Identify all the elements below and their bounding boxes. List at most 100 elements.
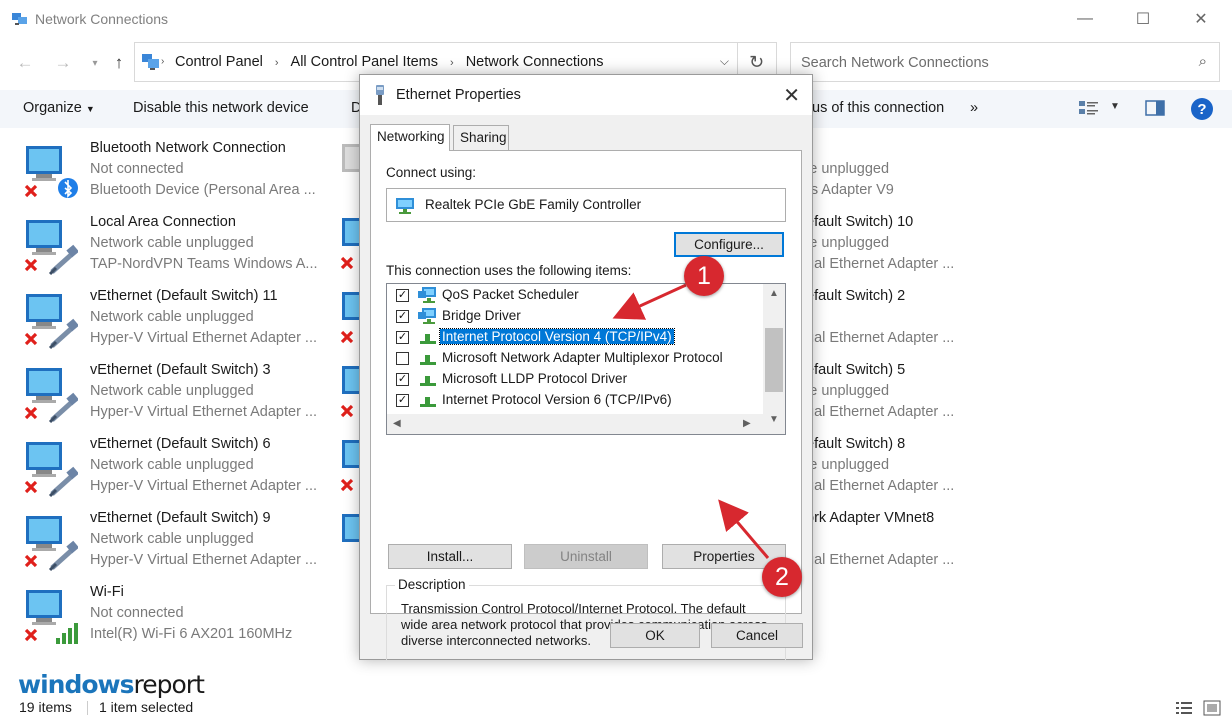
tab-sharing[interactable]: Sharing: [453, 125, 509, 151]
recent-locations-icon[interactable]: ▾: [84, 52, 106, 74]
connection-name: Wi-Fi: [90, 584, 124, 600]
connection-item[interactable]: vEthernet (Default Switch) 3 Network cabl…: [0, 360, 330, 430]
connection-device: ual Ethernet Adapter ...: [806, 478, 955, 494]
component-label: Internet Protocol Version 6 (TCP/IPv6): [442, 392, 672, 407]
component-checkbox[interactable]: ✓: [396, 310, 409, 323]
component-row[interactable]: Microsoft Network Adapter Multiplexor Pr…: [387, 348, 762, 369]
connection-item[interactable]: efault Switch) 5 le unplugged ual Ethernet…: [806, 360, 1136, 430]
breadcrumb-control-panel[interactable]: Control Panel: [175, 54, 263, 70]
minimize-button[interactable]: —: [1056, 0, 1114, 38]
connection-item[interactable]: efault Switch) 8 le unplugged ual Ethernet…: [806, 434, 1136, 504]
connection-name: efault Switch) 8: [806, 436, 906, 452]
connection-device: rs Adapter V9: [806, 182, 894, 198]
connection-device: Hyper-V Virtual Ethernet Adapter ...: [90, 404, 318, 420]
connection-item[interactable]: ork Adapter VMnet8 ual Ethernet Adapter .…: [806, 508, 1136, 578]
breadcrumb-chevron-icon: ›: [450, 57, 454, 69]
scroll-down-icon[interactable]: ▼: [769, 414, 779, 425]
forward-button[interactable]: →: [52, 52, 74, 74]
close-window-button[interactable]: ✕: [1172, 0, 1230, 38]
network-adapter-icon: [24, 590, 78, 644]
view-dropdown-icon[interactable]: ▼: [1110, 101, 1120, 112]
network-adapter-icon: [24, 442, 78, 498]
connection-name: ork Adapter VMnet8: [806, 510, 935, 526]
connection-device: ual Ethernet Adapter ...: [806, 552, 955, 568]
component-checkbox[interactable]: ✓: [396, 289, 409, 302]
uninstall-button[interactable]: Uninstall: [524, 544, 648, 569]
connection-item[interactable]: efault Switch) 10 le unplugged ual Etherne…: [806, 212, 1136, 282]
vertical-scrollbar[interactable]: ▲ ▼: [763, 284, 785, 434]
cancel-button[interactable]: Cancel: [711, 623, 803, 648]
scroll-left-icon[interactable]: ◀: [393, 418, 401, 429]
connection-item[interactable]: le unplugged rs Adapter V9: [806, 138, 1136, 208]
change-view-icon[interactable]: [1078, 99, 1100, 117]
connection-item[interactable]: Local Area Connection Network cable unplu…: [0, 212, 330, 282]
component-label: Bridge Driver: [442, 308, 521, 323]
connection-status: le unplugged: [806, 235, 890, 251]
component-row[interactable]: ✓ Microsoft LLDP Protocol Driver: [387, 369, 762, 390]
component-row[interactable]: ✓ Internet Protocol Version 6 (TCP/IPv6): [387, 390, 762, 411]
search-box[interactable]: ⌕: [790, 42, 1220, 82]
network-protocol-icon: [420, 334, 436, 344]
details-view-icon[interactable]: [1175, 700, 1193, 716]
status-divider: [87, 701, 88, 715]
address-dropdown-icon[interactable]: ⌵: [720, 54, 729, 69]
component-label: Microsoft Network Adapter Multiplexor Pr…: [442, 350, 723, 365]
preview-pane-icon[interactable]: [1145, 100, 1165, 116]
connection-status: Network cable unplugged: [90, 309, 254, 325]
tab-networking[interactable]: Networking: [370, 124, 450, 151]
connection-status: Not connected: [90, 161, 184, 177]
component-row[interactable]: ✓ Bridge Driver: [387, 306, 762, 327]
breadcrumb-chevron-icon: ›: [274, 57, 279, 69]
ethernet-properties-dialog: Ethernet Properties ✕ Networking Sharing…: [359, 74, 813, 661]
connection-item[interactable]: vEthernet (Default Switch) 11 Network cab…: [0, 286, 330, 356]
ok-button[interactable]: OK: [610, 623, 700, 648]
component-checkbox[interactable]: ✓: [396, 394, 409, 407]
more-commands-button[interactable]: »: [970, 100, 978, 116]
adapter-field: Realtek PCIe GbE Family Controller: [386, 188, 786, 222]
network-protocol-icon: [420, 397, 436, 407]
components-list[interactable]: ✓ QoS Packet Scheduler ✓ Bridge Driver ✓ Inte…: [386, 283, 786, 435]
connection-status: le unplugged: [806, 161, 890, 177]
breadcrumb-network-connections[interactable]: Network Connections: [466, 54, 604, 70]
component-checkbox[interactable]: [396, 352, 409, 365]
connection-item[interactable]: Wi-Fi Not connected Intel(R) Wi-Fi 6 AX201…: [0, 582, 330, 652]
connection-name: Bluetooth Network Connection: [90, 140, 286, 156]
component-row[interactable]: ✓ Internet Protocol Version 4 (TCP/IPv4): [387, 327, 762, 348]
up-button[interactable]: ↑: [108, 52, 130, 74]
component-checkbox[interactable]: ✓: [396, 331, 409, 344]
control-panel-icon: [142, 54, 159, 70]
connection-item[interactable]: efault Switch) 2 ual Ethernet Adapter ...: [806, 286, 1136, 356]
network-adapter-icon: [338, 288, 360, 348]
search-input[interactable]: [801, 53, 1181, 73]
back-button[interactable]: ←: [14, 52, 36, 74]
scroll-thumb[interactable]: [765, 328, 783, 392]
disable-device-button[interactable]: Disable this network device: [133, 100, 309, 116]
view-status-button[interactable]: us of this connection: [812, 100, 944, 116]
horizontal-scrollbar[interactable]: ◀ ▶: [387, 414, 763, 434]
maximize-button[interactable]: ☐: [1114, 0, 1172, 38]
configure-button[interactable]: Configure...: [674, 232, 784, 257]
connection-name: vEthernet (Default Switch) 6: [90, 436, 271, 452]
breadcrumb-all-items[interactable]: All Control Panel Items: [291, 54, 438, 70]
network-adapter-icon: [396, 198, 414, 214]
install-button[interactable]: Install...: [388, 544, 512, 569]
dialog-titlebar: Ethernet Properties ✕: [360, 75, 812, 115]
component-label: Microsoft LLDP Protocol Driver: [442, 371, 628, 386]
scroll-right-icon[interactable]: ▶: [743, 418, 751, 429]
connection-item[interactable]: vEthernet (Default Switch) 6 Network cabl…: [0, 434, 330, 504]
connection-status: le unplugged: [806, 457, 890, 473]
scroll-up-icon[interactable]: ▲: [769, 288, 779, 299]
connection-item[interactable]: Bluetooth Network Connection Not connecte…: [0, 138, 330, 208]
connection-item[interactable]: vEthernet (Default Switch) 9 Network cabl…: [0, 508, 330, 578]
help-icon[interactable]: ?: [1191, 98, 1213, 120]
connection-name: efault Switch) 2: [806, 288, 906, 304]
component-label: Internet Protocol Version 4 (TCP/IPv4): [439, 328, 675, 345]
dialog-title: Ethernet Properties: [396, 87, 521, 103]
component-checkbox[interactable]: ✓: [396, 373, 409, 386]
large-icons-view-icon[interactable]: [1203, 700, 1221, 716]
network-adapter-icon: [24, 294, 78, 350]
dialog-close-button[interactable]: ✕: [783, 83, 800, 108]
organize-menu[interactable]: Organize ▼: [23, 100, 95, 116]
status-bar: 19 items 1 item selected: [0, 696, 1232, 722]
connection-device: Intel(R) Wi-Fi 6 AX201 160MHz: [90, 626, 293, 642]
